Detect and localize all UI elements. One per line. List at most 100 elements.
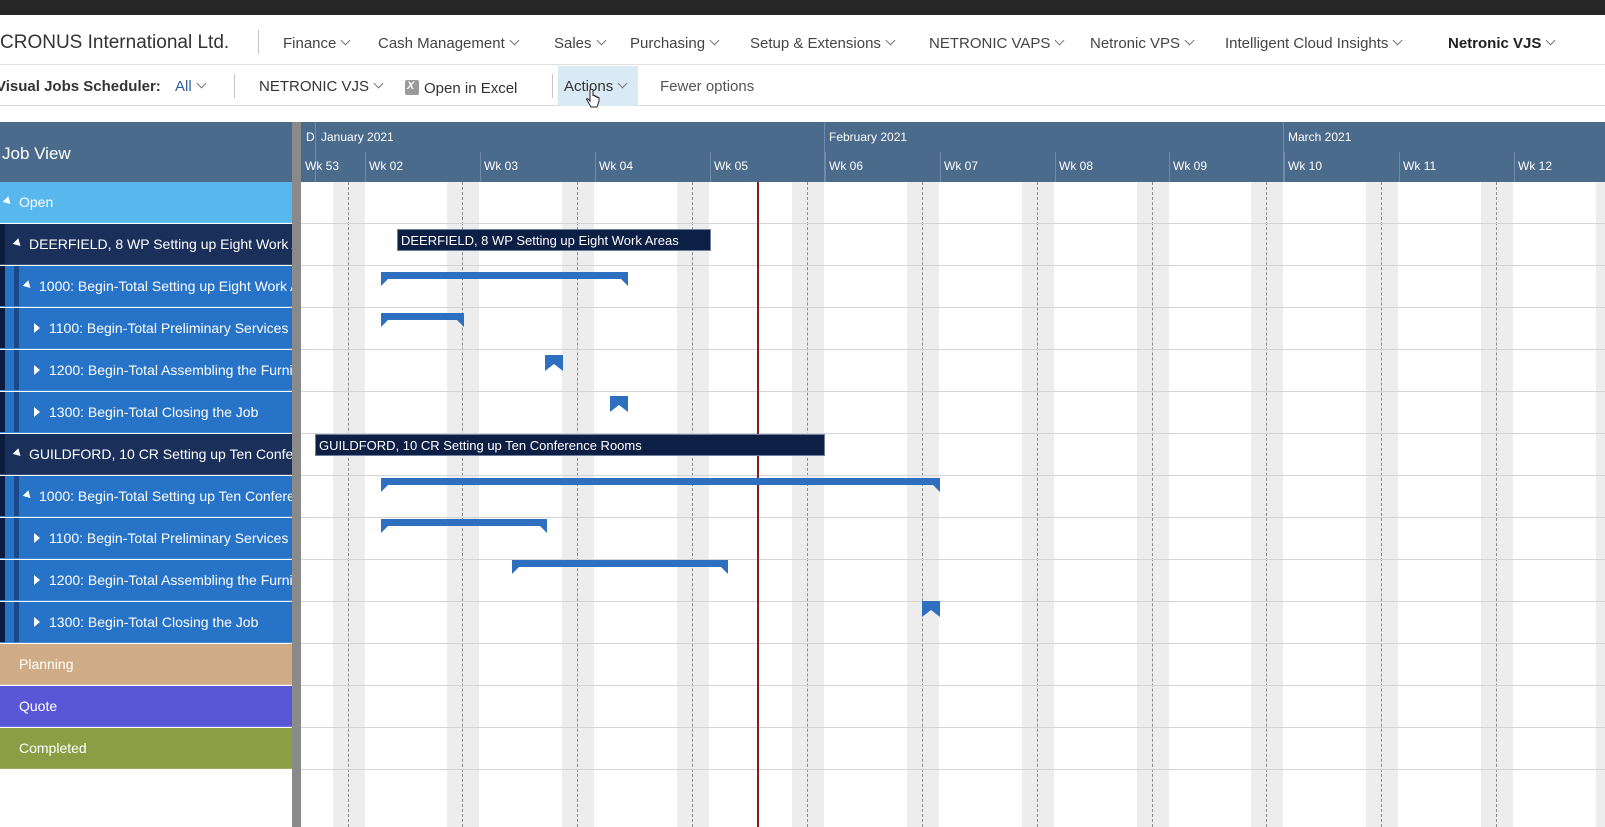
expand-icon[interactable] bbox=[34, 575, 40, 585]
week-dashed-line bbox=[807, 182, 808, 827]
tree-row-label: DEERFIELD, 8 WP Setting up Eight Work Ar… bbox=[29, 236, 292, 252]
nav-netronic-vps[interactable]: Netronic VPS bbox=[1090, 35, 1195, 52]
tree-row[interactable]: 1000: Begin-Total Setting up Ten Confere… bbox=[0, 476, 292, 517]
tree-indent-bar bbox=[14, 266, 19, 306]
guildford-job-bar[interactable]: GUILDFORD, 10 CR Setting up Ten Conferen… bbox=[315, 434, 825, 456]
company-name[interactable]: CRONUS International Ltd. bbox=[0, 32, 229, 54]
expand-icon[interactable] bbox=[34, 533, 40, 543]
tree-row[interactable]: 1300: Begin-Total Closing the Job bbox=[0, 392, 292, 433]
tree-indent-bar bbox=[14, 518, 19, 558]
action-separator bbox=[234, 74, 235, 98]
weekend-shade bbox=[1596, 182, 1605, 827]
expand-icon[interactable] bbox=[34, 323, 40, 333]
nav-netronic-vaps[interactable]: NETRONIC VAPS bbox=[929, 35, 1065, 52]
row-gridline bbox=[301, 349, 1605, 350]
guildford-1200-summary-bar[interactable] bbox=[512, 560, 728, 574]
guildford-1100-summary-bar[interactable] bbox=[381, 519, 547, 533]
tree-row[interactable]: Completed bbox=[0, 728, 292, 769]
chevron-down-icon bbox=[196, 78, 207, 89]
tree-indent-bar bbox=[0, 308, 5, 348]
tree-row[interactable]: 1000: Begin-Total Setting up Eight Work … bbox=[0, 266, 292, 307]
nav-purchasing[interactable]: Purchasing bbox=[630, 35, 720, 52]
week-label: Wk 53 bbox=[305, 159, 340, 173]
tree-row[interactable]: Planning bbox=[0, 644, 292, 685]
tree-row-label: 1100: Begin-Total Preliminary Services bbox=[49, 320, 289, 336]
collapse-icon[interactable] bbox=[12, 238, 24, 249]
collapse-icon[interactable] bbox=[22, 490, 34, 501]
tree-row[interactable]: 1100: Begin-Total Preliminary Services bbox=[0, 518, 292, 559]
tree-row[interactable]: Open bbox=[0, 182, 292, 223]
expand-icon[interactable] bbox=[34, 617, 40, 627]
tree-row-label: 1300: Begin-Total Closing the Job bbox=[49, 614, 259, 630]
week-divider bbox=[595, 152, 596, 182]
nav-cash-management[interactable]: Cash Management bbox=[378, 35, 520, 52]
row-gridline bbox=[301, 601, 1605, 602]
row-gridline bbox=[301, 685, 1605, 686]
week-dashed-line bbox=[1266, 182, 1267, 827]
tree-row[interactable]: 1200: Begin-Total Assembling the Furnitu… bbox=[0, 560, 292, 601]
week-dashed-line bbox=[922, 182, 923, 827]
deerfield-job-bar[interactable]: DEERFIELD, 8 WP Setting up Eight Work Ar… bbox=[397, 229, 711, 251]
week-label: Wk 03 bbox=[484, 159, 519, 173]
deerfield-1000-summary-bar[interactable] bbox=[381, 272, 628, 286]
expand-icon[interactable] bbox=[34, 365, 40, 375]
collapse-icon[interactable] bbox=[12, 448, 24, 459]
guildford-1300-milestone[interactable] bbox=[922, 601, 940, 619]
row-gridline bbox=[301, 517, 1605, 518]
tree-indent-bar bbox=[14, 308, 19, 348]
week-divider bbox=[940, 152, 941, 182]
week-dashed-line bbox=[692, 182, 693, 827]
pane-splitter[interactable] bbox=[292, 122, 301, 827]
tree-row-label: 1100: Begin-Total Preliminary Services bbox=[49, 530, 289, 546]
deerfield-1100-summary-bar[interactable] bbox=[381, 313, 464, 327]
deerfield-1200-milestone[interactable] bbox=[545, 355, 563, 373]
week-divider bbox=[825, 152, 826, 182]
tree-row-label: 1200: Begin-Total Assembling the Furnitu… bbox=[49, 572, 292, 588]
chevron-down-icon bbox=[373, 78, 384, 89]
guildford-1000-summary-bar[interactable] bbox=[381, 478, 940, 492]
nav-sales[interactable]: Sales bbox=[554, 35, 606, 52]
week-label: Wk 08 bbox=[1059, 159, 1094, 173]
month-label: D bbox=[306, 130, 315, 144]
nav-setup-extensions[interactable]: Setup & Extensions bbox=[750, 35, 896, 52]
tree-row[interactable]: 1200: Begin-Total Assembling the Furnitu… bbox=[0, 350, 292, 391]
deerfield-1300-milestone[interactable] bbox=[610, 396, 628, 414]
nav-intelligent-cloud-insights[interactable]: Intelligent Cloud Insights bbox=[1225, 35, 1403, 52]
chevron-down-icon bbox=[1545, 35, 1556, 46]
tree-row[interactable]: DEERFIELD, 8 WP Setting up Eight Work Ar… bbox=[0, 224, 292, 265]
main-navigation: CRONUS International Ltd. Finance Cash M… bbox=[0, 15, 1605, 65]
nav-finance[interactable]: Finance bbox=[283, 35, 351, 52]
chevron-down-icon bbox=[709, 35, 720, 46]
title-bar bbox=[0, 0, 1605, 15]
tree-indent-bar bbox=[0, 602, 5, 642]
expand-icon[interactable] bbox=[34, 407, 40, 417]
nav-netronic-vjs[interactable]: Netronic VJS bbox=[1448, 35, 1556, 52]
job-view-header: Job View bbox=[0, 122, 292, 182]
tree-row[interactable]: Quote bbox=[0, 686, 292, 727]
filter-all-dropdown[interactable]: All bbox=[175, 78, 207, 95]
tree-row[interactable]: GUILDFORD, 10 CR Setting up Ten Conferen… bbox=[0, 434, 292, 475]
row-gridline bbox=[301, 391, 1605, 392]
tree-indent-bar bbox=[0, 224, 5, 264]
weekend-shade bbox=[1251, 182, 1283, 827]
tree-indent-bar bbox=[0, 434, 5, 474]
weekend-shade bbox=[677, 182, 709, 827]
collapse-icon[interactable] bbox=[22, 280, 34, 291]
netronic-vjs-menu[interactable]: NETRONIC VJS bbox=[259, 78, 384, 95]
tree-row-label: Open bbox=[19, 194, 54, 210]
tree-row[interactable]: 1300: Begin-Total Closing the Job bbox=[0, 602, 292, 643]
tree-indent-bar bbox=[0, 350, 5, 390]
tree-row[interactable]: 1100: Begin-Total Preliminary Services bbox=[0, 308, 292, 349]
collapse-icon[interactable] bbox=[2, 196, 14, 207]
week-divider bbox=[1284, 152, 1285, 182]
tree-row-label: 1200: Begin-Total Assembling the Furnitu… bbox=[49, 362, 292, 378]
week-dashed-line bbox=[1496, 182, 1497, 827]
chevron-down-icon bbox=[1392, 35, 1403, 46]
weekend-shade bbox=[1137, 182, 1169, 827]
fewer-options-button[interactable]: Fewer options bbox=[660, 78, 754, 95]
week-label: Wk 09 bbox=[1173, 159, 1208, 173]
action-separator bbox=[552, 74, 553, 98]
week-divider bbox=[480, 152, 481, 182]
row-gridline bbox=[301, 643, 1605, 644]
open-in-excel-button[interactable]: Open in Excel bbox=[405, 78, 517, 97]
